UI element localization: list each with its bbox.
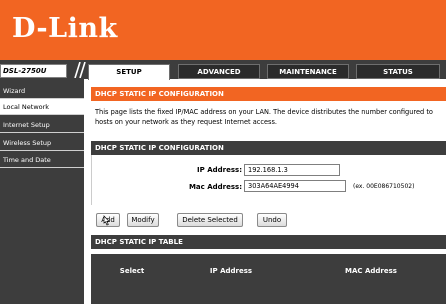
static-ip-table-body	[91, 276, 446, 304]
mouse-cursor-icon	[103, 215, 110, 226]
ip-address-label: IP Address:	[197, 166, 242, 174]
mac-address-label: Mac Address:	[188, 183, 242, 191]
delete-selected-button[interactable]: Delete Selected	[177, 213, 243, 227]
sidebar-item-time-and-date[interactable]: Time and Date	[0, 152, 84, 168]
undo-button[interactable]: Undo	[257, 213, 287, 227]
config-section-title: DHCP STATIC IP CONFIGURATION	[91, 87, 446, 101]
tab-maintenance[interactable]: MAINTENANCE	[267, 64, 349, 79]
sidebar-divider	[84, 79, 87, 304]
ip-address-input[interactable]: 192.168.1.3	[244, 164, 340, 176]
static-ip-table-header: Select IP Address MAC Address	[91, 254, 446, 276]
static-ip-form: IP Address: 192.168.1.3 Mac Address: 303…	[91, 155, 446, 205]
page-description: This page lists the fixed IP/MAC address…	[91, 105, 446, 133]
sidebar-item-wizard[interactable]: Wizard	[0, 83, 84, 99]
action-buttons: Add Modify Delete Selected Undo	[91, 209, 446, 231]
sidebar-item-wireless-setup[interactable]: Wireless Setup	[0, 135, 84, 151]
tab-status[interactable]: STATUS	[356, 64, 440, 79]
mac-example-hint: (ex. 00E086710502)	[353, 183, 415, 190]
divider-slash-icon	[74, 62, 86, 78]
tab-advanced[interactable]: ADVANCED	[178, 64, 260, 79]
table-section-title: DHCP STATIC IP TABLE	[91, 235, 446, 249]
modify-button[interactable]: Modify	[127, 213, 159, 227]
sidebar-item-internet-setup[interactable]: Internet Setup	[0, 117, 84, 133]
dlink-logo: D-Link	[12, 13, 118, 44]
sidebar-item-local-network[interactable]: Local Network	[0, 99, 84, 115]
model-label: DSL-2750U	[0, 64, 67, 78]
tab-setup[interactable]: SETUP	[88, 64, 170, 80]
header-banner: D-Link	[0, 0, 446, 60]
form-section-title: DHCP STATIC IP CONFIGURATION	[91, 141, 446, 155]
mac-address-input[interactable]: 303A64AE4994	[244, 180, 346, 192]
